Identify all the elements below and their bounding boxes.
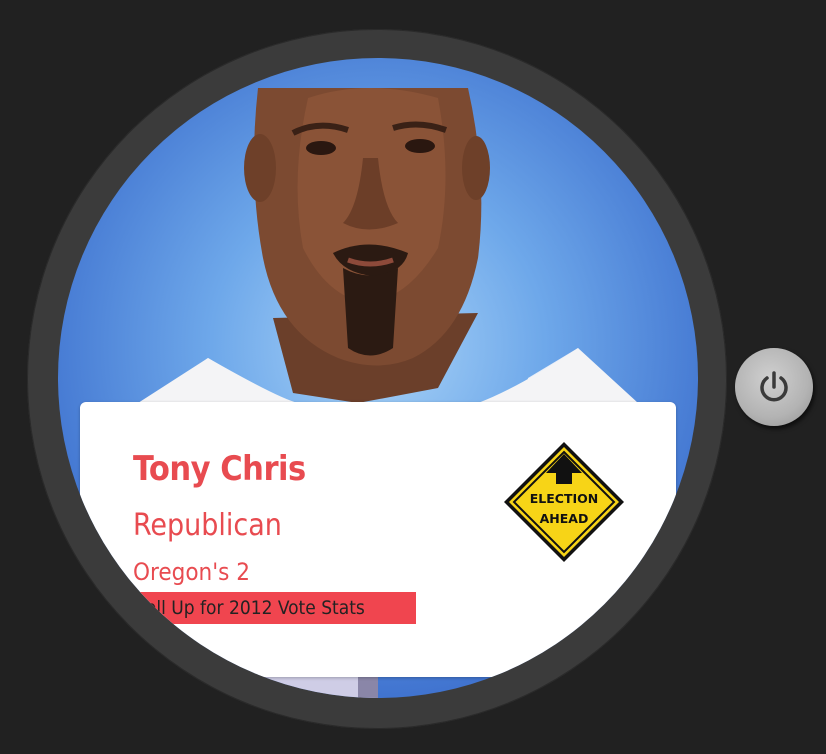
power-button[interactable] [735,348,813,426]
candidate-card[interactable]: Tony Chris Republican Oregon's 2 Scroll … [80,402,676,677]
election-ahead-sign-icon: ELECTION AHEAD [504,442,624,562]
sign-line-2: AHEAD [540,511,589,526]
candidate-name: Tony Chris [133,449,306,489]
sign-line-1: ELECTION [530,491,598,506]
power-icon [760,371,788,402]
watch-emulator: Tony Chris Republican Oregon's 2 Scroll … [0,0,826,754]
scroll-hint-banner[interactable]: Scroll Up for 2012 Vote Stats [133,592,416,624]
watch-screen[interactable]: Tony Chris Republican Oregon's 2 Scroll … [58,58,698,698]
candidate-district: Oregon's 2 [133,558,250,586]
scroll-hint-text: Scroll Up for 2012 Vote Stats [133,597,365,619]
candidate-party: Republican [133,508,282,543]
